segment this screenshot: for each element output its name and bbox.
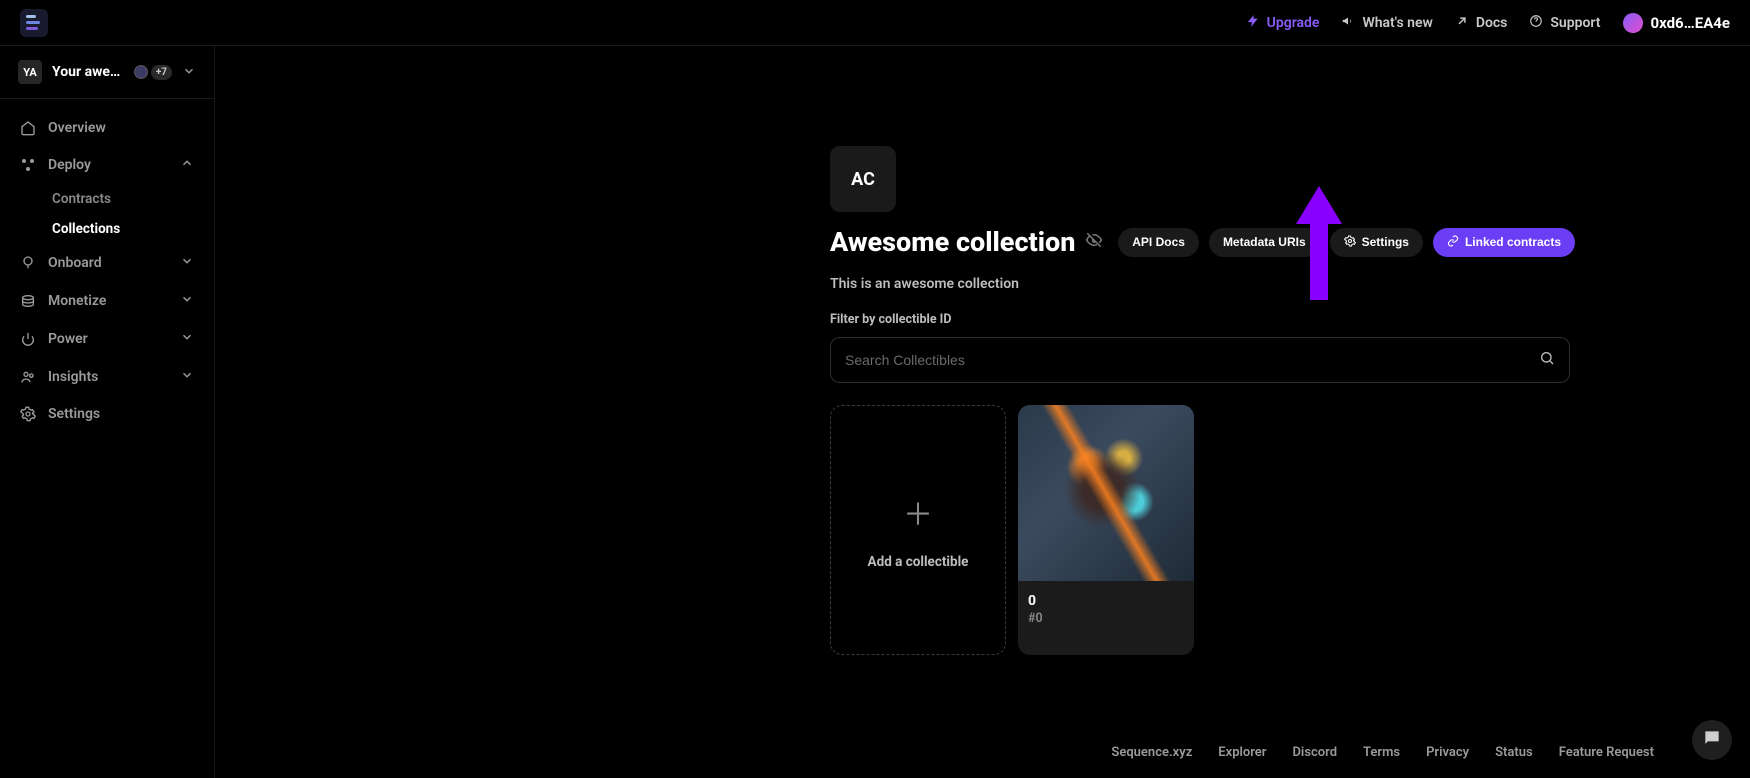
chain-count-badge: +7	[151, 65, 172, 80]
support-label: Support	[1550, 15, 1600, 31]
collectible-token-number: #0	[1028, 611, 1184, 626]
sidebar-item-label: Settings	[48, 406, 100, 422]
main-content: AC Awesome collection API Docs Metada	[215, 46, 1750, 778]
sidebar-item-monetize[interactable]: Monetize	[8, 283, 206, 319]
coins-icon	[20, 293, 36, 309]
button-label: API Docs	[1132, 235, 1185, 249]
megaphone-icon	[1341, 14, 1355, 32]
sidebar-item-label: Insights	[48, 369, 98, 385]
gear-icon	[20, 406, 36, 422]
button-label: Metadata URIs	[1223, 235, 1306, 249]
wallet-button[interactable]: 0xd6…EA4e	[1623, 13, 1730, 33]
project-selector[interactable]: YA Your aweso… +7	[0, 46, 214, 99]
wallet-avatar-icon	[1623, 13, 1643, 33]
collection-description: This is an awesome collection	[830, 276, 1575, 292]
footer-link-explorer[interactable]: Explorer	[1218, 745, 1266, 760]
sidebar-item-settings[interactable]: Settings	[8, 397, 206, 431]
chat-fab[interactable]	[1692, 720, 1732, 760]
sidebar-subitem-collections[interactable]: Collections	[8, 215, 206, 243]
balloon-icon	[20, 255, 36, 271]
footer-link-status[interactable]: Status	[1495, 745, 1533, 760]
collection-avatar: AC	[830, 146, 896, 212]
search-input[interactable]	[845, 352, 1539, 368]
power-icon	[20, 331, 36, 347]
collectible-artwork	[1018, 405, 1194, 581]
sidebar-item-insights[interactable]: Insights	[8, 359, 206, 395]
chevron-down-icon	[182, 63, 196, 82]
sidebar-item-label: Power	[48, 331, 88, 347]
app-logo[interactable]	[20, 9, 48, 37]
footer-link-terms[interactable]: Terms	[1363, 745, 1400, 760]
support-link[interactable]: Support	[1529, 14, 1600, 32]
footer-link-privacy[interactable]: Privacy	[1426, 745, 1469, 760]
docs-label: Docs	[1476, 15, 1508, 31]
sidebar: YA Your aweso… +7 Overview Deploy	[0, 46, 215, 778]
footer-link-feature-request[interactable]: Feature Request	[1559, 745, 1654, 760]
sidebar-item-label: Overview	[48, 120, 106, 136]
whats-new-link[interactable]: What's new	[1341, 14, 1432, 32]
api-docs-button[interactable]: API Docs	[1118, 228, 1199, 257]
collectible-id: 0	[1028, 593, 1184, 609]
sidebar-item-label: Onboard	[48, 255, 102, 271]
footer-link-sequence[interactable]: Sequence.xyz	[1111, 745, 1192, 760]
collection-settings-button[interactable]: Settings	[1330, 228, 1423, 257]
gear-icon	[1344, 235, 1356, 250]
chevron-down-icon	[180, 292, 194, 310]
sidebar-item-overview[interactable]: Overview	[8, 111, 206, 145]
metadata-uris-button[interactable]: Metadata URIs	[1209, 228, 1320, 257]
chain-icon	[134, 65, 148, 79]
sidebar-item-onboard[interactable]: Onboard	[8, 245, 206, 281]
filter-label: Filter by collectible ID	[830, 312, 1575, 327]
sidebar-item-deploy[interactable]: Deploy	[8, 147, 206, 183]
button-label: Linked contracts	[1465, 235, 1561, 249]
sidebar-item-label: Deploy	[48, 157, 91, 173]
add-collectible-label: Add a collectible	[868, 554, 969, 570]
upgrade-link[interactable]: Upgrade	[1246, 14, 1320, 32]
plus-icon: ＋	[903, 490, 933, 534]
link-icon	[1447, 235, 1459, 250]
chevron-down-icon	[180, 254, 194, 272]
search-field[interactable]	[830, 337, 1570, 383]
sidebar-item-power[interactable]: Power	[8, 321, 206, 357]
wallet-address: 0xd6…EA4e	[1651, 14, 1730, 32]
collection-title: Awesome collection	[830, 226, 1075, 258]
docs-link[interactable]: Docs	[1455, 14, 1508, 32]
collectible-card[interactable]: 0 #0	[1018, 405, 1194, 655]
chat-icon	[1702, 728, 1722, 752]
button-label: Settings	[1362, 235, 1409, 249]
bolt-icon	[1246, 14, 1260, 32]
sidebar-item-label: Monetize	[48, 293, 106, 309]
project-avatar: YA	[18, 60, 42, 84]
chevron-down-icon	[180, 330, 194, 348]
nodes-icon	[20, 157, 36, 173]
external-link-icon	[1455, 14, 1469, 32]
chevron-up-icon	[180, 156, 194, 174]
users-icon	[20, 369, 36, 385]
project-chain-badges: +7	[134, 65, 172, 80]
linked-contracts-button[interactable]: Linked contracts	[1433, 228, 1575, 257]
add-collectible-card[interactable]: ＋ Add a collectible	[830, 405, 1006, 655]
topbar: Upgrade What's new Docs Support 0xd6…EA4…	[0, 0, 1750, 46]
home-icon	[20, 120, 36, 136]
visibility-off-icon[interactable]	[1085, 231, 1103, 253]
project-name: Your aweso…	[52, 64, 124, 80]
footer-link-discord[interactable]: Discord	[1292, 745, 1337, 760]
sidebar-subitem-contracts[interactable]: Contracts	[8, 185, 206, 213]
help-icon	[1529, 14, 1543, 32]
search-icon	[1539, 350, 1555, 370]
upgrade-label: Upgrade	[1267, 15, 1320, 31]
footer-links: Sequence.xyz Explorer Discord Terms Priv…	[1111, 745, 1654, 760]
whats-new-label: What's new	[1362, 15, 1432, 31]
chevron-down-icon	[180, 368, 194, 386]
